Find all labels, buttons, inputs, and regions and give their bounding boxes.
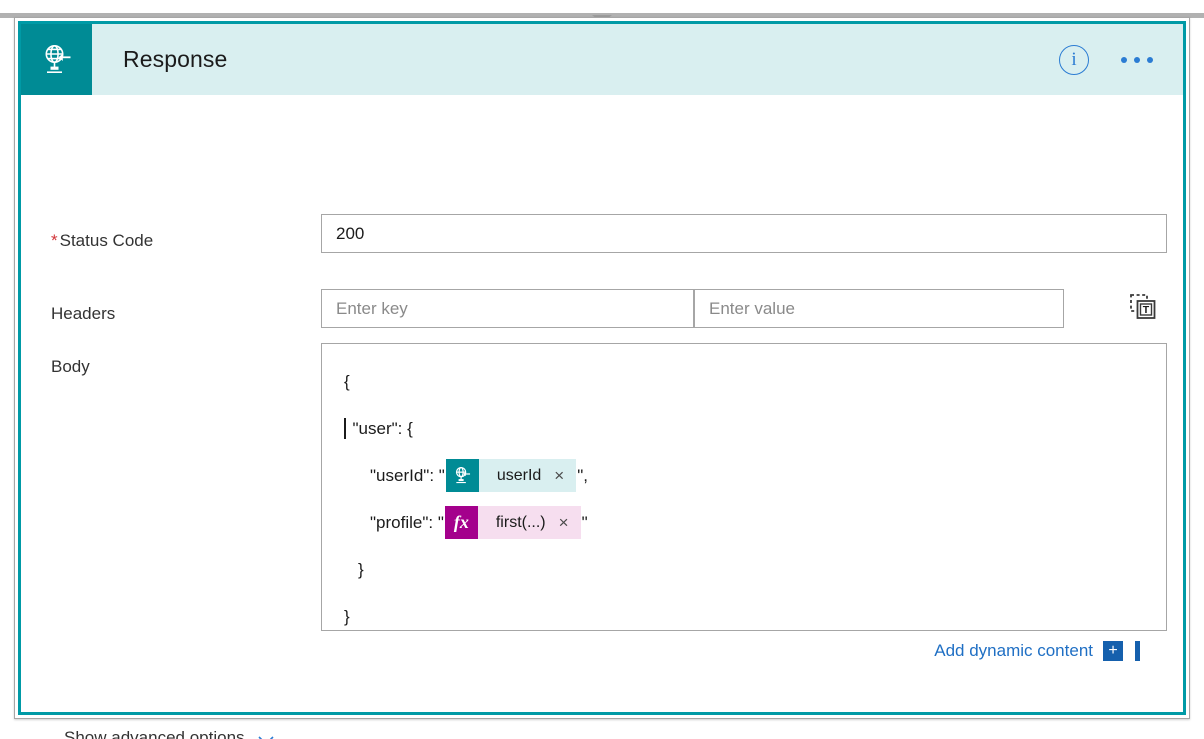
- code-line: {: [322, 358, 1166, 405]
- http-response-globe-icon: [445, 459, 479, 492]
- http-response-globe-icon: [21, 24, 92, 95]
- ellipsis-dot: [1121, 56, 1127, 63]
- code-text: ",: [577, 465, 588, 485]
- code-text: }: [358, 559, 364, 579]
- token-body: userId ×: [478, 459, 577, 492]
- code-line: "user": {: [322, 405, 1166, 452]
- info-icon[interactable]: i: [1059, 44, 1089, 75]
- code-text: "profile": ": [370, 512, 444, 532]
- code-line: }: [322, 593, 1166, 630]
- headers-label: Headers: [51, 304, 116, 323]
- body-code-editor[interactable]: { "user": { "userId": " userId × ", "pro…: [321, 343, 1167, 631]
- add-dynamic-caret-bar: [1135, 641, 1140, 661]
- code-line: "profile": " fx first(...) × ": [322, 499, 1166, 546]
- code-text: {: [344, 371, 350, 391]
- card-body: * Status Code 200 Headers Enter key Enter…: [21, 95, 1183, 739]
- remove-token-icon[interactable]: ×: [554, 467, 564, 484]
- ellipsis-dot: [1147, 56, 1153, 63]
- status-code-input[interactable]: 200: [321, 214, 1167, 253]
- code-text: }: [344, 606, 350, 626]
- http-response-action-card-screen: Response i * Status Code 200 Headers Ent…: [0, 0, 1204, 739]
- code-text: "userId": ": [370, 465, 445, 485]
- ellipsis-dot: [1134, 56, 1140, 63]
- show-advanced-options-toggle[interactable]: Show advanced options: [64, 728, 274, 739]
- header-value-input[interactable]: Enter value: [694, 289, 1064, 328]
- add-dynamic-content-button[interactable]: Add dynamic content +: [934, 641, 1140, 661]
- token-label: first(...): [495, 513, 546, 531]
- status-code-label: * Status Code: [51, 231, 153, 251]
- code-line: "userId": " userId × ",: [322, 452, 1166, 499]
- text-cursor: [344, 418, 346, 439]
- header-key-input[interactable]: Enter key: [321, 289, 694, 328]
- expression-token[interactable]: fx first(...) ×: [444, 506, 581, 539]
- svg-text:T: T: [1143, 304, 1150, 316]
- page-title: Response: [123, 46, 228, 72]
- add-dynamic-content-label: Add dynamic content: [934, 641, 1093, 660]
- dynamic-content-token[interactable]: userId ×: [445, 459, 577, 492]
- header-actions: i: [1059, 44, 1183, 75]
- switch-to-text-mode-icon[interactable]: T: [1126, 291, 1160, 325]
- response-action-card: Response i * Status Code 200 Headers Ent…: [14, 17, 1190, 739]
- status-code-label-text: Status Code: [59, 231, 154, 250]
- required-asterisk: *: [51, 231, 58, 250]
- remove-token-icon[interactable]: ×: [559, 514, 569, 531]
- more-options-icon[interactable]: [1119, 51, 1155, 69]
- card-inner-frame: Response i * Status Code 200 Headers Ent…: [18, 21, 1186, 739]
- fx-icon: fx: [444, 506, 478, 539]
- code-line: }: [322, 546, 1166, 593]
- add-icon[interactable]: +: [1103, 641, 1123, 661]
- code-text: ": [581, 512, 588, 532]
- show-advanced-options-label: Show advanced options: [64, 728, 245, 739]
- code-text: "user": {: [352, 418, 413, 438]
- card-header: Response i: [21, 24, 1183, 95]
- body-label: Body: [51, 357, 90, 376]
- chevron-down-icon: [257, 733, 274, 739]
- token-body: first(...) ×: [477, 506, 581, 539]
- token-label: userId: [496, 466, 542, 484]
